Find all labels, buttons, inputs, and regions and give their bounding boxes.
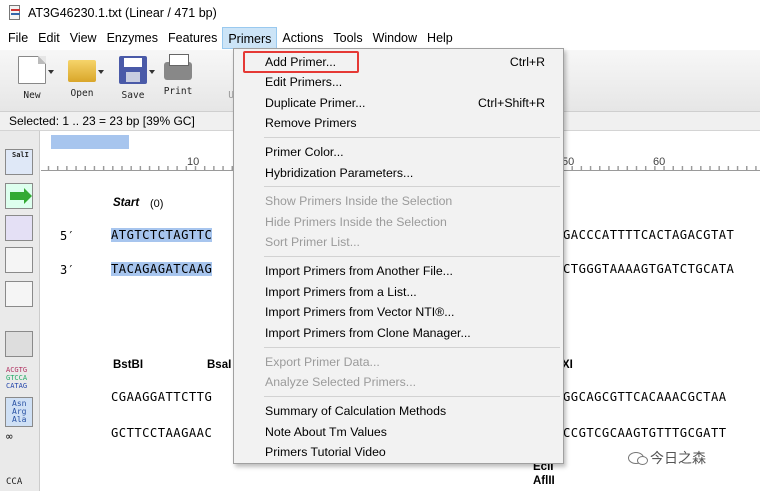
menu-separator [264, 256, 560, 257]
print-button[interactable]: Print [156, 54, 200, 97]
menu-item-edit-primers[interactable]: Edit Primers... [234, 72, 563, 92]
menu-actions[interactable]: Actions [277, 27, 328, 49]
bottom-strand-selected[interactable]: TACAGAGATCAAG [111, 262, 213, 276]
bottom-strand[interactable]: CCGTCGCAAGTGTTTGCGATT [563, 426, 727, 440]
bottom-strand[interactable]: CTGGGTAAAAGTGATCTGCATA [563, 262, 734, 276]
save-dropdown-arrow-icon[interactable] [149, 70, 155, 74]
strands-button[interactable] [5, 215, 33, 241]
start-feature-label[interactable]: Start [113, 197, 139, 209]
menu-item-analyze-selected-primers: Analyze Selected Primers... [265, 375, 417, 389]
primers-menu-dropdown: Add Primer... Ctrl+R Edit Primers... Dupl… [233, 48, 564, 464]
menu-edit[interactable]: Edit [33, 27, 65, 49]
menu-item-primers-tutorial-video[interactable]: Primers Tutorial Video [234, 442, 563, 462]
highlight-annotation-box [243, 51, 359, 73]
menu-bar: File Edit View Enzymes Features Primers … [0, 26, 760, 50]
menu-file[interactable]: File [3, 27, 33, 49]
forward-feature-button[interactable] [5, 183, 33, 209]
print-label: Print [163, 86, 193, 97]
printer-icon [164, 54, 192, 80]
top-strand-selected[interactable]: ATGTCTCTAGTTC [111, 228, 213, 242]
open-button[interactable]: Open [60, 56, 104, 99]
menu-separator [264, 186, 560, 187]
title-bar: AT3G46230.1.txt (Linear / 471 bp) [0, 0, 760, 26]
chat-bubble-icon [628, 452, 648, 465]
menu-item-note-tm-values[interactable]: Note About Tm Values [234, 422, 563, 442]
menu-item-hide-primers: Hide Primers Inside the Selection [265, 215, 447, 229]
menu-item-duplicate-primer[interactable]: Duplicate Primer... Ctrl+Shift+R [234, 93, 563, 113]
enzyme-site-aflii[interactable]: AflII [533, 475, 555, 487]
ruler-tick: 10 [187, 156, 200, 168]
left-tool-strip: SalI ACGTG GTCCA CATAG Asn Arg Ala ∞ CCA [0, 131, 40, 491]
swap-button[interactable] [5, 247, 33, 273]
save-button[interactable]: Save [111, 56, 155, 101]
menu-separator [264, 137, 560, 138]
ruler-tick: 60 [653, 156, 666, 168]
menu-view[interactable]: View [65, 27, 102, 49]
menu-item-import-from-list[interactable]: Import Primers from a List... [234, 282, 563, 302]
menu-item-hybridization-parameters[interactable]: Hybridization Parameters... [234, 163, 563, 183]
window-title: AT3G46230.1.txt (Linear / 471 bp) [28, 6, 217, 20]
arc-feature-button[interactable] [5, 281, 33, 307]
menu-features[interactable]: Features [163, 27, 222, 49]
menu-item-import-from-clone-manager[interactable]: Import Primers from Clone Manager... [234, 323, 563, 343]
infinity-icon[interactable]: ∞ [6, 431, 13, 442]
menu-separator [264, 347, 560, 348]
menu-item-remove-primers[interactable]: Remove Primers [234, 113, 563, 133]
folder-icon [68, 60, 96, 82]
app-icon [8, 5, 22, 21]
new-dropdown-arrow-icon[interactable] [48, 70, 54, 74]
sali-enzyme-button[interactable]: SalI [5, 149, 33, 175]
menu-item-summary-calculation-methods[interactable]: Summary of Calculation Methods [234, 401, 563, 421]
enzyme-site-bstbi[interactable]: BstBI [113, 359, 143, 371]
save-label: Save [121, 90, 145, 101]
right-arrow-icon [10, 188, 32, 204]
menu-help[interactable]: Help [422, 27, 458, 49]
five-prime-label: 5′ [60, 229, 75, 243]
new-file-icon [18, 56, 46, 84]
menu-item-sort-primer-list: Sort Primer List... [265, 235, 360, 249]
top-strand[interactable]: GACCCATTTTCACTAGACGTAT [563, 228, 734, 242]
menu-enzymes[interactable]: Enzymes [102, 27, 163, 49]
start-position: (0) [150, 198, 164, 210]
new-button[interactable]: New [10, 56, 54, 101]
open-dropdown-arrow-icon[interactable] [98, 70, 104, 74]
menu-tools[interactable]: Tools [328, 27, 367, 49]
bottom-strand[interactable]: GCTTCCTAAGAAC [111, 426, 212, 440]
new-label: New [23, 90, 41, 101]
menu-primers[interactable]: Primers [222, 27, 278, 49]
top-strand[interactable]: GGCAGCGTTCACAAACGCTAA [563, 390, 727, 404]
menu-item-import-from-file[interactable]: Import Primers from Another File... [234, 261, 563, 281]
watermark: 今日之森 [628, 448, 706, 468]
watermark-text: 今日之森 [650, 450, 706, 466]
primer-tool-button[interactable] [5, 331, 33, 357]
selection-overview [51, 135, 129, 149]
menu-separator [264, 396, 560, 397]
menu-item-primer-color[interactable]: Primer Color... [234, 142, 563, 162]
enzyme-site-bsai[interactable]: BsaI [207, 359, 231, 371]
floppy-disk-icon [119, 56, 147, 84]
menu-item-show-primers: Show Primers Inside the Selection [265, 194, 453, 208]
open-label: Open [70, 88, 94, 99]
menu-item-import-from-vector-nti[interactable]: Import Primers from Vector NTI®... [234, 302, 563, 322]
menu-item-export-primer-data: Export Primer Data... [265, 355, 380, 369]
menu-window[interactable]: Window [368, 27, 422, 49]
three-prime-label: 3′ [60, 263, 75, 277]
translation-button[interactable]: Asn Arg Ala [5, 397, 33, 427]
top-strand[interactable]: CGAAGGATTCTTG [111, 390, 212, 404]
